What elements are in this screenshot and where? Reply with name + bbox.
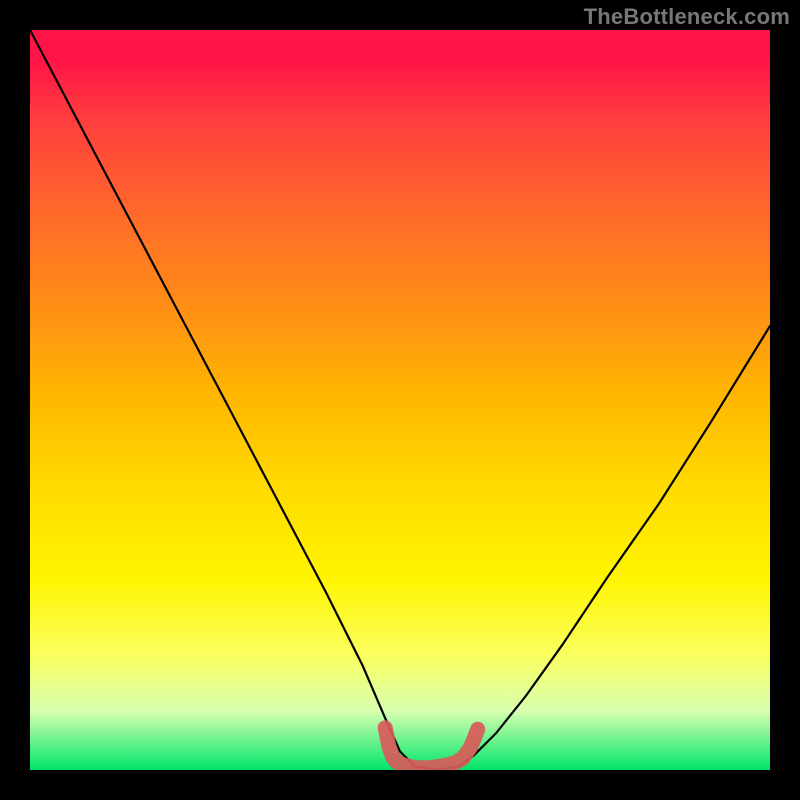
plot-area bbox=[30, 30, 770, 770]
chart-svg bbox=[30, 30, 770, 770]
chart-frame: TheBottleneck.com bbox=[0, 0, 800, 800]
watermark-text: TheBottleneck.com bbox=[584, 4, 790, 30]
bottleneck-curve bbox=[30, 30, 770, 770]
